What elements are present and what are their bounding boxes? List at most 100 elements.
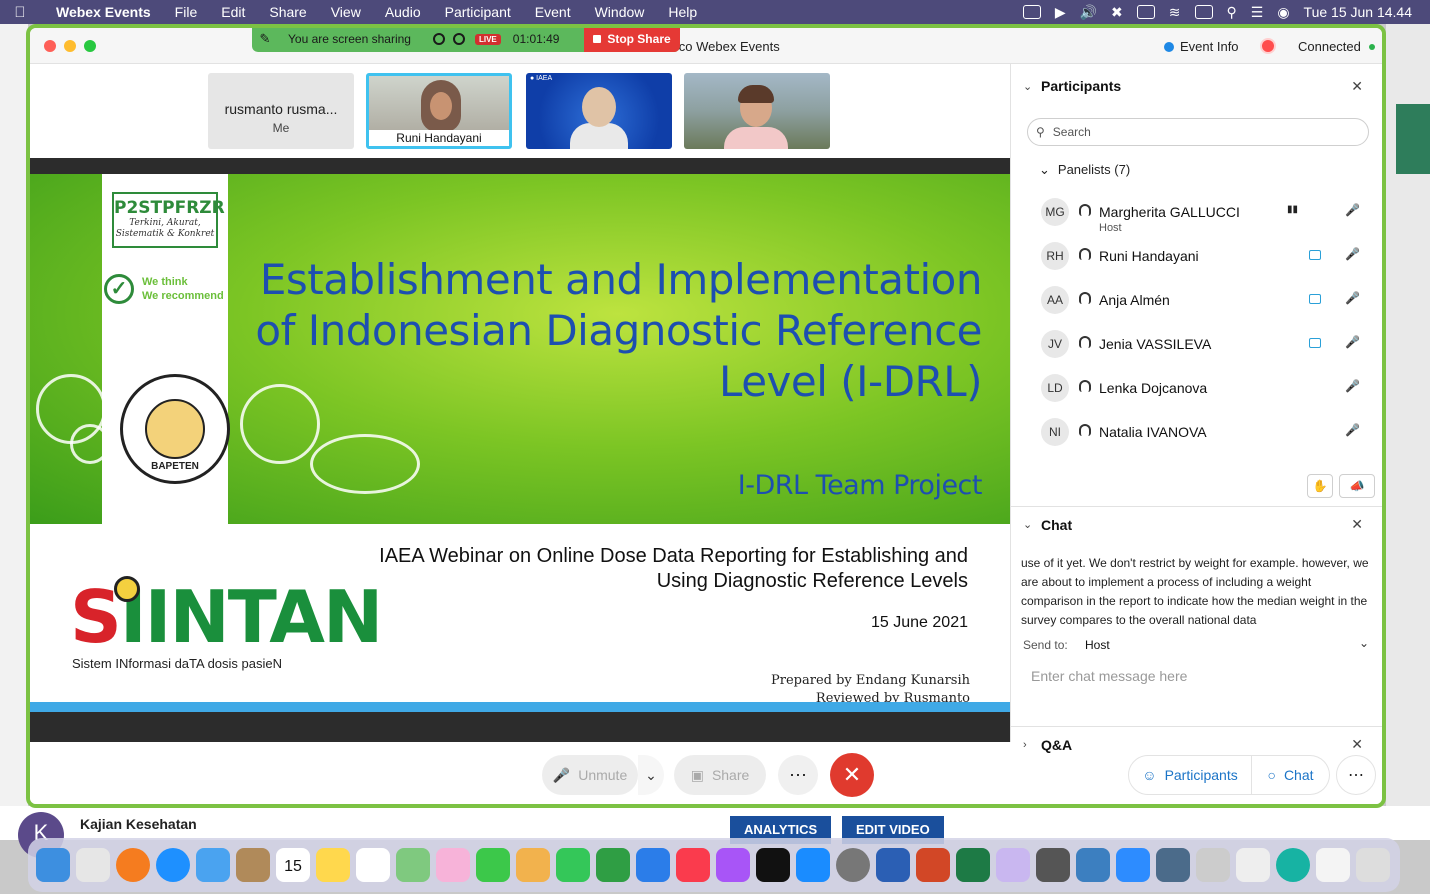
keynote-icon[interactable]	[636, 848, 670, 882]
mail-icon[interactable]	[196, 848, 230, 882]
launchpad-icon[interactable]	[76, 848, 110, 882]
panelist-video-tile[interactable]: ● IAEA	[526, 73, 672, 149]
chevron-down-icon[interactable]: ⌄	[1023, 518, 1037, 531]
channel-name[interactable]: Kajian Kesehatan	[80, 816, 197, 832]
menu-file[interactable]: File	[163, 4, 210, 20]
panelist-video-tile[interactable]	[684, 73, 830, 149]
pages-icon[interactable]	[516, 848, 550, 882]
camera-icon[interactable]	[1309, 338, 1321, 348]
panelist-row[interactable]: LD Lenka Dojcanova 🎤	[1041, 368, 1381, 408]
panelist-row[interactable]: AA Anja Almén 🎤	[1041, 280, 1381, 320]
menu-window[interactable]: Window	[583, 4, 657, 20]
mic-muted-icon[interactable]: 🎤	[1345, 335, 1360, 349]
close-window-button[interactable]	[44, 40, 56, 52]
menubar-clock[interactable]: Tue 15 Jun 14.44	[1304, 4, 1412, 20]
numbers-icon[interactable]	[596, 848, 630, 882]
mic-muted-icon[interactable]: 🎤	[1345, 203, 1360, 217]
bluetooth-icon[interactable]: ✖	[1111, 4, 1123, 21]
powerpoint-icon[interactable]	[916, 848, 950, 882]
maximize-window-button[interactable]	[84, 40, 96, 52]
menu-app-name[interactable]: Webex Events	[40, 4, 163, 20]
annotate-pen-icon[interactable]: ✎	[252, 31, 278, 47]
safari-icon[interactable]	[156, 848, 190, 882]
connection-status[interactable]: Connected	[1298, 39, 1375, 54]
participant-search-input[interactable]: ⚲ Search	[1027, 118, 1369, 146]
menu-audio[interactable]: Audio	[373, 4, 433, 20]
wifi-icon[interactable]: ≋	[1169, 4, 1181, 21]
facetime-icon[interactable]	[556, 848, 590, 882]
control-center-icon[interactable]: ☰	[1251, 4, 1264, 21]
textedit-icon[interactable]	[1236, 848, 1270, 882]
siri-icon[interactable]: ◉	[1277, 4, 1289, 21]
audio-options-button[interactable]: ⌄	[638, 755, 664, 795]
appstore-icon[interactable]	[796, 848, 830, 882]
menu-event[interactable]: Event	[523, 4, 583, 20]
menu-share[interactable]: Share	[257, 4, 318, 20]
messages-icon[interactable]	[476, 848, 510, 882]
firefox-icon[interactable]	[116, 848, 150, 882]
panelist-row[interactable]: NI Natalia IVANOVA 🎤	[1041, 412, 1381, 452]
archive-utility-icon[interactable]	[1196, 848, 1230, 882]
camera-icon[interactable]	[1309, 294, 1321, 304]
calculator-icon[interactable]	[1036, 848, 1070, 882]
instruments-icon[interactable]	[996, 848, 1030, 882]
recording-icon[interactable]	[1260, 38, 1276, 54]
downloads-stack-icon[interactable]	[1316, 848, 1350, 882]
close-icon[interactable]: ✕	[1351, 78, 1363, 95]
participants-header[interactable]: ⌄ Participants ✕	[1011, 68, 1382, 104]
finder-icon[interactable]	[36, 848, 70, 882]
keyboard-icon[interactable]	[1194, 5, 1213, 19]
menu-edit[interactable]: Edit	[209, 4, 257, 20]
shield-check-icon[interactable]	[452, 33, 465, 45]
panelist-row[interactable]: JV Jenia VASSILEVA 🎤	[1041, 324, 1381, 364]
stop-share-button[interactable]: Stop Share	[584, 28, 680, 52]
menu-help[interactable]: Help	[656, 4, 709, 20]
announce-button[interactable]: 📣	[1339, 474, 1375, 498]
photos-icon[interactable]	[436, 848, 470, 882]
menu-view[interactable]: View	[319, 4, 373, 20]
more-options-button[interactable]: ⋯	[778, 755, 818, 795]
minimize-window-button[interactable]	[64, 40, 76, 52]
screen-sharing-icon[interactable]	[1156, 848, 1190, 882]
mic-muted-icon[interactable]: 🎤	[1345, 291, 1360, 305]
qa-header[interactable]: › Q&A ✕	[1011, 726, 1382, 762]
play-icon[interactable]: ▶	[1055, 4, 1066, 21]
contacts-icon[interactable]	[236, 848, 270, 882]
battery-icon[interactable]	[1136, 5, 1155, 19]
volume-icon[interactable]: 🔊	[1080, 4, 1097, 21]
pause-share-icon[interactable]	[432, 33, 445, 45]
send-to-select[interactable]: Send to: Host ⌄	[1021, 636, 1375, 656]
chevron-right-icon[interactable]: ›	[1023, 739, 1037, 751]
zoom-icon[interactable]	[1116, 848, 1150, 882]
reminders-icon[interactable]	[356, 848, 390, 882]
mic-on-icon[interactable]: 🎤	[1345, 247, 1360, 261]
apple-icon[interactable]: 	[0, 4, 40, 21]
system-preferences-icon[interactable]	[836, 848, 870, 882]
podcasts-icon[interactable]	[716, 848, 750, 882]
maps-icon[interactable]	[396, 848, 430, 882]
camera-icon[interactable]	[1309, 250, 1321, 260]
close-icon[interactable]: ✕	[1351, 736, 1363, 753]
chat-header[interactable]: ⌄ Chat ✕	[1011, 506, 1382, 542]
raise-hand-button[interactable]: ✋	[1307, 474, 1333, 498]
panelist-row[interactable]: MG Margherita GALLUCCI Host ▮▮ 🎤	[1041, 192, 1381, 234]
self-video-tile[interactable]: rusmanto rusma... Me	[208, 73, 354, 149]
appletv-icon[interactable]	[756, 848, 790, 882]
preview-icon[interactable]	[1076, 848, 1110, 882]
notes-icon[interactable]	[316, 848, 350, 882]
trash-icon[interactable]	[1356, 848, 1390, 882]
panelists-group[interactable]: ⌄ Panelists (7)	[1039, 162, 1130, 178]
unmute-button[interactable]: 🎤 Unmute	[542, 755, 638, 795]
panelist-row[interactable]: RH Runi Handayani 🎤	[1041, 236, 1381, 276]
mic-muted-icon[interactable]: 🎤	[1345, 379, 1360, 393]
active-speaker-tile[interactable]: Runi Handayani	[366, 73, 512, 149]
webex-icon[interactable]	[1276, 848, 1310, 882]
word-icon[interactable]	[876, 848, 910, 882]
music-icon[interactable]	[676, 848, 710, 882]
close-icon[interactable]: ✕	[1351, 516, 1363, 533]
chat-input[interactable]: Enter chat message here	[1031, 668, 1361, 684]
mic-muted-icon[interactable]: 🎤	[1345, 423, 1360, 437]
chevron-down-icon[interactable]: ⌄	[1023, 80, 1037, 93]
calendar-icon[interactable]: 15	[276, 848, 310, 882]
webex-status-icon[interactable]	[1022, 5, 1041, 19]
